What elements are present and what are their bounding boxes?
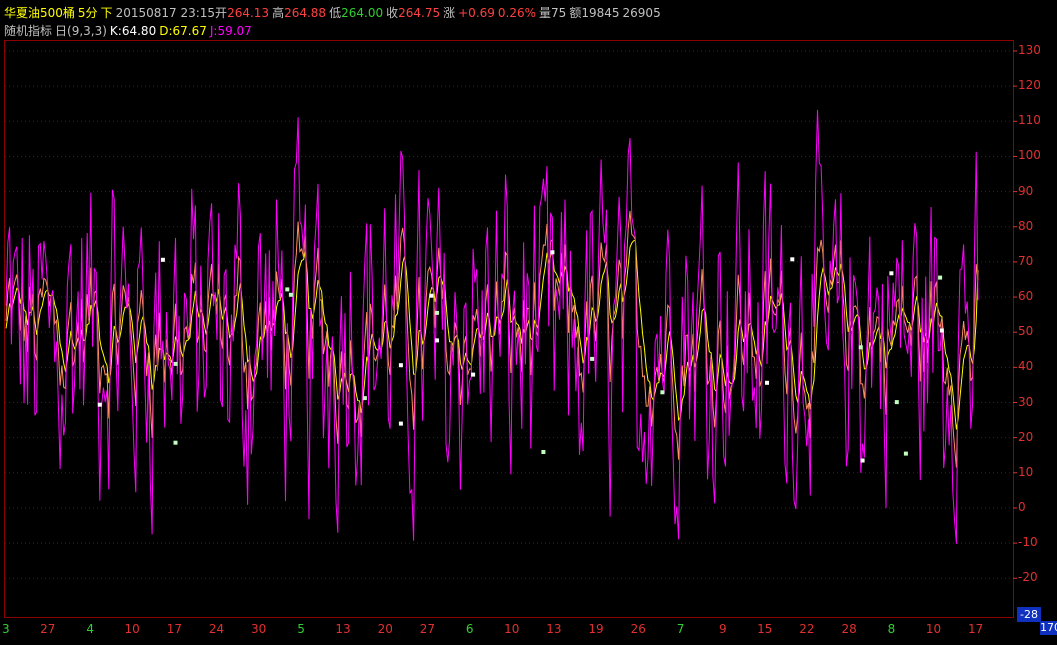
signal-marker xyxy=(860,458,865,463)
x-tick-label: 22 xyxy=(799,622,815,636)
k-series-line xyxy=(5,210,979,468)
signal-marker xyxy=(429,293,434,298)
signal-marker xyxy=(894,400,899,405)
signal-marker xyxy=(889,271,894,276)
signal-marker xyxy=(398,421,403,426)
signal-marker xyxy=(173,440,178,445)
signal-marker xyxy=(97,402,102,407)
signal-marker xyxy=(590,356,595,361)
x-tick-label: 3 xyxy=(2,622,10,636)
x-tick-label: 9 xyxy=(718,622,727,636)
x-tick-label: 24 xyxy=(208,622,225,636)
signal-marker xyxy=(903,451,908,456)
x-tick-label: 28 xyxy=(841,622,857,636)
x-tick-label: 8 xyxy=(887,622,896,636)
x-tick-label: 27 xyxy=(419,622,436,636)
y-tick-label: 100 xyxy=(1018,148,1041,163)
x-tick-label: 10 xyxy=(925,622,942,636)
signal-marker xyxy=(765,380,769,385)
x-tick-label: 4 xyxy=(86,622,94,636)
x-tick-label: 30 xyxy=(251,622,267,636)
y-tick-label: 130 xyxy=(1018,43,1041,57)
y-tick-label: 10 xyxy=(1018,464,1034,479)
x-tick-label: 6 xyxy=(465,622,474,636)
y-tick-label: 70 xyxy=(1018,253,1034,268)
signal-marker xyxy=(939,328,944,333)
y-tick-label: 0 xyxy=(1018,499,1026,514)
signal-marker xyxy=(858,345,863,350)
x-tick-label: 5 xyxy=(297,622,305,636)
y-tick-label: 50 xyxy=(1018,324,1034,339)
signal-marker xyxy=(173,361,178,366)
signal-marker xyxy=(435,338,439,343)
kdj-chart[interactable] xyxy=(0,0,1057,645)
signal-marker xyxy=(790,257,795,262)
y-tick-label: 30 xyxy=(1018,394,1034,409)
y-tick-label: 40 xyxy=(1018,359,1034,374)
signal-marker xyxy=(288,292,293,297)
y-tick-label: 60 xyxy=(1018,289,1034,304)
signal-marker xyxy=(435,310,439,315)
x-tick-label: 10 xyxy=(504,622,520,636)
signal-marker xyxy=(398,363,403,368)
y-tick-label: 110 xyxy=(1018,113,1041,128)
y-tick-label: 120 xyxy=(1018,78,1041,93)
x-tick-label: 13 xyxy=(546,622,562,636)
x-tick-label: 17 xyxy=(968,622,984,636)
signal-marker xyxy=(541,450,546,454)
y-tick-label: -10 xyxy=(1018,535,1038,550)
signal-marker xyxy=(471,372,476,377)
x-tick-label: 10 xyxy=(124,622,140,636)
x-tick-label: 17 xyxy=(166,622,182,636)
signal-marker xyxy=(660,390,665,395)
current-value-marker: -28 xyxy=(1017,607,1041,622)
y-tick-label: 90 xyxy=(1018,183,1034,198)
y-tick-label: -20 xyxy=(1018,570,1038,585)
x-tick-label: 15 xyxy=(757,622,773,636)
signal-marker xyxy=(550,250,555,255)
x-tick-label: 19 xyxy=(588,622,604,636)
x-tick-label: 27 xyxy=(40,622,56,636)
j-series-line xyxy=(5,109,979,544)
y-tick-label: 20 xyxy=(1018,429,1034,444)
signal-marker xyxy=(362,396,367,401)
x-tick-label: 26 xyxy=(630,622,646,636)
x-tick-label: 20 xyxy=(377,622,393,636)
y-tick-label: 80 xyxy=(1018,218,1034,233)
signal-marker xyxy=(285,287,290,292)
signal-marker xyxy=(160,257,165,262)
corner-number: 170 xyxy=(1040,621,1057,635)
x-tick-label: 7 xyxy=(676,622,685,636)
signal-marker xyxy=(938,275,943,280)
x-tick-label: 13 xyxy=(335,622,351,636)
